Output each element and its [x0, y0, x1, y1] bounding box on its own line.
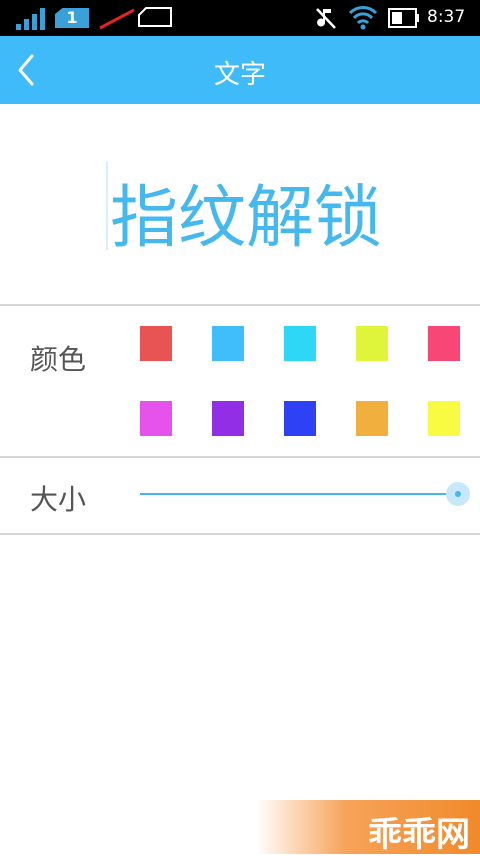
size-label: 大小 — [30, 483, 87, 516]
mute-icon — [316, 8, 336, 29]
battery-icon — [388, 8, 419, 28]
clock: 8:37 — [427, 7, 466, 27]
color-swatch-blue[interactable] — [284, 401, 316, 436]
color-swatch-purple[interactable] — [212, 401, 244, 436]
watermark-logo: 乖乖网 — [256, 800, 480, 855]
color-swatch-sky-blue[interactable] — [212, 326, 244, 361]
text-cursor — [106, 162, 108, 250]
no-data-icon — [99, 8, 135, 30]
preview-text[interactable]: 指纹解锁 — [110, 162, 382, 261]
divider — [0, 304, 480, 306]
divider — [0, 533, 480, 535]
page-title: 文字 — [213, 60, 266, 90]
text-preview: 指纹解锁 — [0, 104, 480, 304]
color-swatch-cyan[interactable] — [284, 326, 316, 361]
wifi-icon — [348, 6, 378, 30]
color-swatch-yellow[interactable] — [428, 401, 460, 436]
color-swatch-lime[interactable] — [356, 326, 388, 361]
size-slider-track[interactable] — [140, 493, 458, 495]
sim-icon: 1 — [55, 8, 89, 28]
slider-thumb-dot — [455, 491, 461, 497]
color-swatch-red[interactable] — [140, 326, 172, 361]
color-swatch-pink[interactable] — [428, 326, 460, 361]
color-label: 颜色 — [30, 343, 87, 376]
notification-icon — [138, 7, 172, 27]
signal-icon — [16, 8, 45, 30]
size-slider-thumb[interactable] — [446, 482, 470, 506]
color-swatch-magenta[interactable] — [140, 401, 172, 436]
watermark-text: 乖乖网 — [368, 815, 470, 855]
color-swatch-orange[interactable] — [356, 401, 388, 436]
top-app-bar: 文字 — [0, 36, 480, 104]
divider — [0, 456, 480, 458]
status-bar: 1 8:37 — [0, 0, 480, 36]
